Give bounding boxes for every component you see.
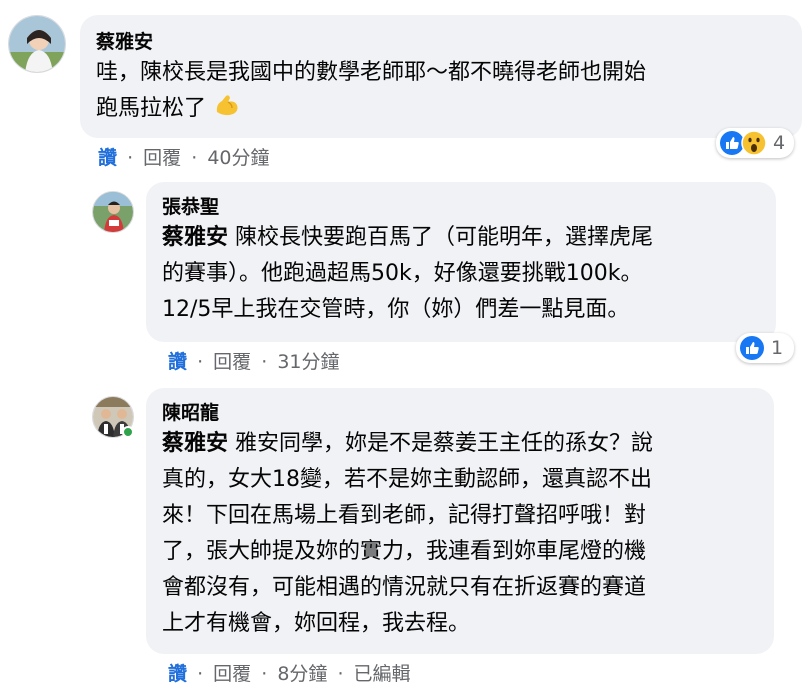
comment-timestamp[interactable]: 31分鐘 [277, 351, 339, 373]
reaction-count: 4 [773, 132, 786, 154]
comment-text: 蔡雅安 雅安同學，妳是不是蔡姜王主任的孫女？說 真的，女大18變，若不是妳主動認… [162, 431, 654, 636]
comment-bubble-3: 陳昭龍 蔡雅安 雅安同學，妳是不是蔡姜王主任的孫女？說 真的，女大18變，若不是… [146, 388, 774, 654]
edited-label[interactable]: 已編輯 [354, 663, 411, 685]
comment-author[interactable]: 蔡雅安 [96, 29, 786, 55]
reaction-summary-1[interactable]: 4 [716, 128, 794, 158]
mention-link[interactable]: 蔡雅安 [162, 431, 228, 456]
like-button[interactable]: 讚 [168, 351, 187, 373]
avatar-commenter-2[interactable] [92, 191, 134, 233]
reaction-count: 1 [771, 337, 784, 359]
comment-timestamp[interactable]: 40分鐘 [207, 147, 269, 169]
comment-timestamp[interactable]: 8分鐘 [277, 663, 327, 685]
comment-author[interactable]: 張恭聖 [162, 194, 760, 220]
online-status-icon [122, 426, 134, 438]
comment-actions-2: 讚 · 回覆 · 31分鐘 [168, 351, 340, 373]
comment-bubble-2: 張恭聖 蔡雅安 陳校長快要跑百馬了（可能明年，選擇虎尾 的賽事）。他跑過超馬50… [146, 182, 776, 342]
comment-text: 蔡雅安 陳校長快要跑百馬了（可能明年，選擇虎尾 的賽事）。他跑過超馬50k，好像… [162, 225, 654, 322]
avatar-commenter-1[interactable] [8, 15, 66, 73]
wow-reaction-icon [741, 130, 767, 156]
mention-link[interactable]: 蔡雅安 [162, 225, 228, 250]
like-button[interactable]: 讚 [168, 663, 187, 685]
reply-button[interactable]: 回覆 [143, 147, 181, 169]
comment-bubble-1: 蔡雅安 哇，陳校長是我國中的數學老師耶～都不曉得老師也開始 跑馬拉松了 [80, 15, 802, 138]
comment-author[interactable]: 陳昭龍 [162, 400, 758, 426]
flexed-biceps-emoji [216, 95, 238, 116]
reaction-summary-2[interactable]: 1 [736, 333, 794, 363]
like-button[interactable]: 讚 [98, 147, 117, 169]
reply-button[interactable]: 回覆 [213, 663, 251, 685]
comment-text: 哇，陳校長是我國中的數學老師耶～都不曉得老師也開始 跑馬拉松了 [96, 60, 647, 121]
comment-actions-1: 讚 · 回覆 · 40分鐘 [98, 147, 270, 169]
like-reaction-icon [740, 336, 764, 360]
comment-actions-3: 讚 · 回覆 · 8分鐘 · 已編輯 [168, 663, 411, 685]
reply-button[interactable]: 回覆 [213, 351, 251, 373]
